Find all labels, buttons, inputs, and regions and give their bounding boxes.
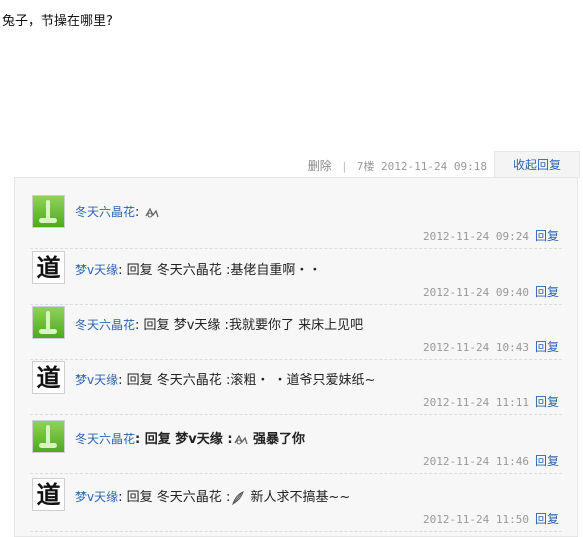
- reply-target[interactable]: 梦v天缘: [175, 432, 222, 447]
- avatar[interactable]: [32, 195, 65, 228]
- reply-colon: :: [118, 373, 123, 388]
- reply-username[interactable]: 冬天六晶花: [75, 318, 135, 332]
- reply-meta: 2012-11-24 11:46 回复: [423, 452, 559, 469]
- reply-text: 滚粗・ ・道爷只爱妹纸~: [230, 373, 376, 388]
- reply-link[interactable]: 回复: [535, 229, 559, 243]
- reply-text: 基佬自重啊・・: [230, 263, 322, 278]
- reply-item: 冬天六晶花: 2012-11-24 09:24 回复: [30, 193, 562, 249]
- reply-item: 冬天六晶花: 回复 梦v天缘 : 强暴了你 2012-11-24 11:46 回复: [30, 418, 562, 474]
- reply-target[interactable]: 冬天六晶花: [157, 263, 222, 278]
- floor-number: 7楼: [356, 160, 375, 173]
- reply-meta: 2012-11-24 11:11 回复: [423, 393, 559, 410]
- reply-prefix: 回复: [126, 373, 153, 388]
- reply-text: 强暴了你: [253, 432, 306, 447]
- reply-content: 冬天六晶花: 回复 梦v天缘 :我就要你了 来床上见吧: [75, 314, 363, 333]
- reply-meta: 2012-11-24 09:24 回复: [423, 227, 559, 244]
- reply-item: 冬天六晶花: 回复 梦v天缘 :我就要你了 来床上见吧 2012-11-24 1…: [30, 304, 562, 360]
- avatar[interactable]: [32, 306, 65, 339]
- reply-username[interactable]: 梦v天缘: [75, 373, 118, 387]
- reply-target[interactable]: 梦v天缘: [174, 318, 221, 333]
- reply-link[interactable]: 回复: [535, 285, 559, 299]
- avatar[interactable]: 道: [32, 251, 65, 284]
- reply-username[interactable]: 冬天六晶花: [75, 432, 135, 446]
- post-text: 兔子，节操在哪里?: [2, 14, 113, 29]
- reply-prefix: 回复: [144, 432, 171, 447]
- reply-link[interactable]: 回复: [535, 512, 559, 526]
- reply-content: 冬天六晶花: 回复 梦v天缘 : 强暴了你: [75, 428, 305, 447]
- doodle-emoticon-icon: [144, 206, 160, 220]
- reply-username[interactable]: 冬天六晶花: [75, 205, 135, 219]
- reply-datetime: 2012-11-24 11:50: [423, 513, 529, 526]
- reply-datetime: 2012-11-24 11:11: [423, 396, 529, 409]
- reply-datetime: 2012-11-24 09:24: [423, 230, 529, 243]
- plant-icon: [46, 425, 50, 445]
- reply-link[interactable]: 回复: [535, 454, 559, 468]
- reply-datetime: 2012-11-24 09:40: [423, 286, 529, 299]
- reply-text: 我就要你了 来床上见吧: [228, 318, 364, 333]
- reply-colon: :: [135, 205, 140, 220]
- reply-link[interactable]: 回复: [535, 395, 559, 409]
- reply-target[interactable]: 冬天六晶花: [157, 373, 222, 388]
- reply-content: 冬天六晶花:: [75, 203, 160, 220]
- reply-datetime: 2012-11-24 10:43: [423, 341, 529, 354]
- reply-username[interactable]: 梦v天缘: [75, 263, 118, 277]
- doodle-emoticon-icon: [233, 433, 249, 447]
- post-meta-info: 删除 | 7楼 2012-11-24 09:18: [308, 157, 487, 174]
- avatar[interactable]: [32, 420, 65, 453]
- delete-link[interactable]: 删除: [308, 159, 332, 173]
- reply-prefix: 回复: [126, 490, 153, 505]
- reply-item: 道 梦v天缘: 回复 冬天六晶花 :基佬自重啊・・ 2012-11-24 09:…: [30, 249, 562, 305]
- reply-colon: :: [118, 263, 123, 278]
- feather-emoticon-icon: [230, 490, 246, 505]
- reply-colon: :: [135, 318, 140, 333]
- reply-colon: :: [118, 490, 123, 505]
- post-meta: 删除 | 7楼 2012-11-24 09:18 收起回复: [0, 151, 583, 178]
- reply-link[interactable]: 回复: [535, 340, 559, 354]
- reply-item: 道 梦v天缘: 回复 冬天六晶花 : 新人求不搞基~~ 2012-11-24 1…: [30, 476, 562, 532]
- collapse-replies-button[interactable]: 收起回复: [494, 151, 580, 178]
- reply-colon: :: [135, 432, 141, 447]
- reply-meta: 2012-11-24 10:43 回复: [423, 338, 559, 355]
- reply-list: 冬天六晶花: 2012-11-24 09:24 回复 道 梦v天缘: 回复 冬天六…: [14, 177, 578, 537]
- post-datetime: 2012-11-24 09:18: [381, 160, 487, 173]
- reply-content: 梦v天缘: 回复 冬天六晶花 : 新人求不搞基~~: [75, 486, 350, 505]
- reply-target[interactable]: 冬天六晶花: [157, 490, 222, 505]
- meta-separator: |: [342, 160, 347, 173]
- avatar[interactable]: 道: [32, 361, 65, 394]
- reply-prefix: 回复: [143, 318, 170, 333]
- plant-icon: [46, 311, 50, 331]
- avatar[interactable]: 道: [32, 478, 65, 511]
- reply-prefix: 回复: [126, 263, 153, 278]
- reply-content: 梦v天缘: 回复 冬天六晶花 :基佬自重啊・・: [75, 259, 321, 278]
- reply-text: 新人求不搞基~~: [250, 490, 351, 505]
- reply-datetime: 2012-11-24 11:46: [423, 455, 529, 468]
- reply-item: 道 梦v天缘: 回复 冬天六晶花 :滚粗・ ・道爷只爱妹纸~ 2012-11-2…: [30, 359, 562, 415]
- plant-icon: [46, 200, 50, 220]
- reply-meta: 2012-11-24 11:50 回复: [423, 510, 559, 527]
- reply-username[interactable]: 梦v天缘: [75, 490, 118, 504]
- reply-meta: 2012-11-24 09:40 回复: [423, 283, 559, 300]
- reply-content: 梦v天缘: 回复 冬天六晶花 :滚粗・ ・道爷只爱妹纸~: [75, 369, 375, 388]
